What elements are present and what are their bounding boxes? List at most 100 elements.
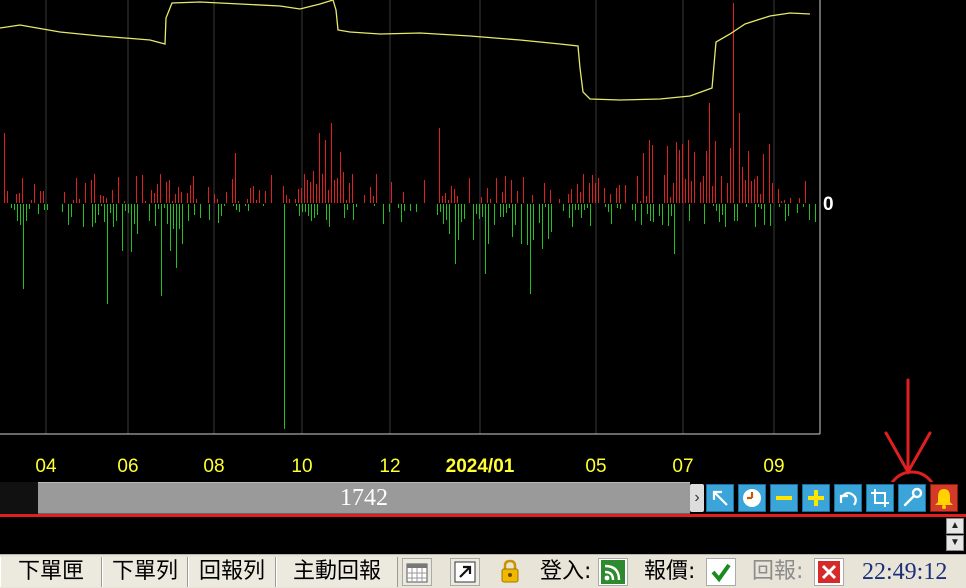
volume-bar-up: [106, 198, 107, 203]
volume-bar-down: [182, 204, 183, 244]
volume-bar-down: [200, 204, 201, 218]
volume-bar-down: [158, 204, 159, 209]
volume-bar-up: [544, 183, 545, 203]
scroll-track-left[interactable]: [0, 482, 38, 514]
volume-bar-up: [337, 178, 338, 203]
lock-button[interactable]: [496, 558, 526, 586]
volume-bar-down: [581, 204, 582, 218]
volume-bar-down: [104, 204, 105, 222]
order-box-button[interactable]: 下單匣: [0, 557, 102, 587]
volume-bar-down: [116, 204, 117, 221]
command-input[interactable]: [0, 518, 948, 553]
volume-bar-up: [652, 145, 653, 203]
annotation-circle: [890, 470, 934, 482]
order-list-button[interactable]: 下單列: [102, 557, 188, 587]
volume-bar-down: [170, 204, 171, 251]
crop-button[interactable]: [866, 484, 894, 512]
volume-bar-up: [19, 193, 20, 203]
volume-bar-down: [437, 204, 438, 215]
volume-bar-down: [128, 204, 129, 213]
volume-bar-up: [712, 186, 713, 203]
volume-bar-up: [682, 144, 683, 203]
volume-bar-up: [376, 174, 377, 203]
volume-bar-up: [76, 178, 77, 203]
volume-bar-down: [719, 204, 720, 222]
clock: 22:49:12: [862, 559, 948, 585]
volume-bar-up: [253, 186, 254, 203]
volume-bar-up: [151, 190, 152, 203]
chart-scroll-toolbar: 1742 ›: [0, 482, 966, 514]
volume-bar-up: [298, 189, 299, 203]
volume-bar-down: [404, 204, 405, 211]
alert-button[interactable]: [930, 484, 958, 512]
volume-bar-down: [122, 204, 123, 251]
annotation-arrow: [884, 378, 932, 476]
zoom-reset-button[interactable]: [706, 484, 734, 512]
volume-bar-down: [815, 204, 816, 222]
wrench-icon: [903, 487, 923, 507]
popout-button[interactable]: [450, 558, 480, 586]
volume-bar-up: [625, 185, 626, 203]
active-report-button[interactable]: 主動回報: [276, 557, 398, 587]
volume-bar-down: [47, 204, 48, 210]
spin-down-button[interactable]: ▼: [946, 535, 964, 551]
volume-bar-down: [758, 204, 759, 207]
volume-bar-down: [125, 204, 126, 211]
volume-bar-down: [617, 204, 618, 208]
volume-bar-up: [727, 183, 728, 203]
volume-bar-up: [310, 182, 311, 203]
scroll-thumb[interactable]: 1742: [38, 482, 690, 514]
volume-bar-down: [446, 204, 447, 220]
spin-up-button[interactable]: ▲: [946, 518, 964, 534]
volume-bar-down: [62, 204, 63, 212]
report-list-button[interactable]: 回報列: [188, 557, 276, 587]
volume-bar-down: [164, 204, 165, 208]
volume-bar-down: [38, 204, 39, 214]
x-tick-label: 05: [585, 456, 606, 477]
volume-bar-down: [107, 204, 108, 304]
volume-bar-up: [154, 193, 155, 203]
x-tick-label: 04: [35, 456, 57, 477]
volume-bar-up: [763, 154, 764, 203]
volume-bar-up: [175, 194, 176, 203]
volume-bar-up: [94, 174, 95, 203]
volume-bar-up: [307, 180, 308, 203]
settings-button[interactable]: [898, 484, 926, 512]
volume-bar-up: [517, 191, 518, 203]
volume-bar-down: [14, 204, 15, 210]
scroll-right-button[interactable]: ›: [690, 484, 704, 512]
volume-bar-up: [580, 192, 581, 203]
volume-bar-down: [410, 204, 411, 211]
volume-bar-up: [313, 171, 314, 203]
volume-bar-down: [611, 204, 612, 224]
volume-bar-up: [172, 201, 173, 203]
time-button[interactable]: [738, 484, 766, 512]
volume-bar-down: [449, 204, 450, 234]
volume-bar-up: [721, 176, 722, 203]
volume-bar-up: [730, 148, 731, 203]
volume-bar-down: [503, 204, 504, 217]
volume-bar-down: [797, 204, 798, 213]
calendar-button[interactable]: [402, 558, 432, 586]
volume-bar-down: [572, 204, 573, 227]
volume-bar-up: [487, 188, 488, 203]
volume-bar-down: [20, 204, 21, 225]
volume-bar-up: [481, 197, 482, 203]
volume-bar-up: [166, 182, 167, 203]
zoom-out-button[interactable]: [770, 484, 798, 512]
volume-bar-up: [100, 195, 101, 203]
volume-bar-up: [91, 180, 92, 203]
volume-bar-up: [265, 191, 266, 203]
undo-button[interactable]: [834, 484, 862, 512]
zoom-in-button[interactable]: [802, 484, 830, 512]
volume-bar-down: [737, 204, 738, 221]
volume-bar-down: [173, 204, 174, 229]
volume-bar-down: [101, 204, 102, 206]
volume-bar-down: [608, 204, 609, 212]
volume-bar-down: [314, 204, 315, 218]
volume-bar-down: [209, 204, 210, 220]
volume-bar-down: [761, 204, 762, 209]
volume-bar-down: [713, 204, 714, 206]
volume-bar-down: [653, 204, 654, 222]
volume-bar-down: [515, 204, 516, 225]
